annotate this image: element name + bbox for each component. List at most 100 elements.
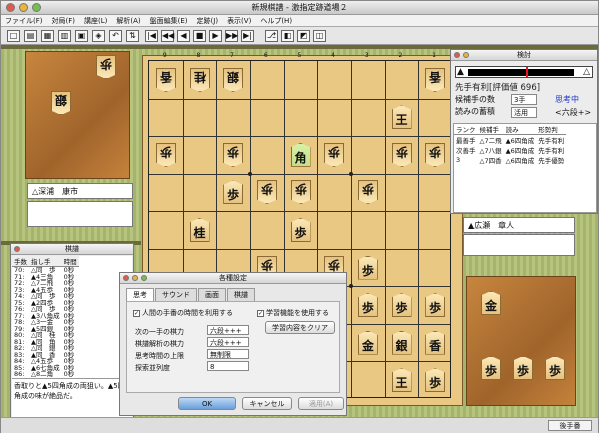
- shogi-piece[interactable]: 香: [156, 68, 176, 92]
- menu-item[interactable]: ファイル(F): [5, 17, 43, 25]
- shogi-piece[interactable]: 歩: [291, 180, 311, 204]
- minimize-icon[interactable]: [463, 52, 469, 58]
- human-time-option[interactable]: ✓ 人間の手番の時間を利用する: [133, 308, 233, 318]
- menu-item[interactable]: 解析(A): [116, 17, 140, 25]
- setting-select[interactable]: 無制限: [207, 349, 249, 359]
- kifu-icon[interactable]: ▣: [75, 30, 88, 42]
- shogi-piece[interactable]: 歩: [223, 143, 243, 167]
- close-icon[interactable]: [454, 52, 460, 58]
- tab-0[interactable]: 思考: [126, 288, 154, 302]
- table-row[interactable]: 最善手 △7二飛 ▲6四角成 先手有利: [454, 135, 566, 145]
- menu-item[interactable]: 講座(L): [84, 17, 107, 25]
- menu-item[interactable]: 表示(V): [227, 17, 251, 25]
- setting-label: 次の一手の棋力: [135, 328, 184, 336]
- sente-hand-piece[interactable]: 歩: [513, 356, 533, 380]
- first-icon[interactable]: |◀: [145, 30, 158, 42]
- candidates-select[interactable]: 3手: [511, 94, 537, 105]
- setting-select[interactable]: 六段+++: [207, 337, 249, 347]
- open-icon[interactable]: ▤: [24, 30, 37, 42]
- branch-icon[interactable]: ⎇: [265, 30, 278, 42]
- tab-1[interactable]: サウンド: [155, 288, 197, 302]
- ok-button[interactable]: OK: [178, 397, 236, 410]
- kifu-move-list[interactable]: 手数 指し手 時間 70: △同 歩 0秒 71: ▲4三角 0秒 72: △7二飛 0秒 73: ▲4五…: [12, 256, 132, 378]
- table-cell: 3: [456, 156, 461, 164]
- table-row[interactable]: 3 △7四香 △6四角成 先手優勢: [454, 155, 566, 165]
- shogi-piece[interactable]: 角: [290, 142, 311, 167]
- shogi-piece[interactable]: 歩: [392, 143, 412, 167]
- menu-item[interactable]: 定跡(J): [197, 17, 219, 25]
- undo-icon[interactable]: ↶: [109, 30, 122, 42]
- close-icon[interactable]: [14, 246, 20, 252]
- minimize-icon[interactable]: [132, 275, 138, 281]
- shogi-piece[interactable]: 歩: [324, 143, 344, 167]
- apply-button[interactable]: 適用(A): [298, 397, 344, 410]
- clear-learning-button[interactable]: 学習内容をクリア: [265, 321, 335, 334]
- shogi-piece[interactable]: 歩: [290, 218, 311, 242]
- sente-hand-piece[interactable]: 金: [481, 291, 501, 315]
- zoom-icon[interactable]: [141, 275, 147, 281]
- kifu-comment[interactable]: 香取りと▲5四角成の両狙い。▲5四角成の味が絶品だ。: [12, 378, 132, 417]
- camera-icon[interactable]: ◩: [297, 30, 310, 42]
- human-time-checkbox[interactable]: ✓: [133, 309, 140, 317]
- grid-line: [418, 61, 420, 397]
- zoom-window-button[interactable]: [32, 3, 41, 12]
- shogi-piece[interactable]: 銀: [223, 68, 243, 92]
- shogi-piece[interactable]: 銀: [391, 330, 412, 355]
- shogi-piece[interactable]: 金: [357, 330, 378, 355]
- depth-select[interactable]: 活用: [511, 107, 537, 118]
- tab-3[interactable]: 棋譜: [227, 288, 255, 302]
- kifu-row[interactable]: 86: △8二角 0秒: [12, 371, 79, 378]
- analysis-icon[interactable]: ◧: [281, 30, 294, 42]
- book-icon[interactable]: ◫: [313, 30, 326, 42]
- shogi-piece[interactable]: 桂: [189, 218, 210, 242]
- minimize-window-button[interactable]: [19, 3, 28, 12]
- shogi-piece[interactable]: 歩: [357, 255, 378, 280]
- forward-icon[interactable]: ▶: [209, 30, 222, 42]
- shogi-piece[interactable]: 歩: [257, 180, 277, 204]
- shogi-piece[interactable]: 歩: [425, 368, 446, 393]
- table-row[interactable]: 次善手 △7八銀 ▲6四角成 先手有利: [454, 145, 566, 155]
- gote-hand-piece[interactable]: 銀: [51, 91, 71, 115]
- shogi-piece[interactable]: 歩: [425, 143, 445, 167]
- back-icon[interactable]: ◀: [177, 30, 190, 42]
- flip-icon[interactable]: ⇅: [126, 30, 139, 42]
- learning-checkbox[interactable]: ✓: [257, 309, 264, 317]
- shogi-piece[interactable]: 歩: [223, 180, 244, 205]
- kifu-panel: 棋譜 手数 指し手 時間 70: △同 歩 0秒 71: ▲4三角 0秒 72: △7二飛 0秒 73:…: [10, 243, 134, 418]
- tab-2[interactable]: 画面: [198, 288, 226, 302]
- menu-item[interactable]: ヘルプ(H): [260, 17, 292, 25]
- close-window-button[interactable]: [6, 3, 15, 12]
- last-icon[interactable]: ▶|: [241, 30, 254, 42]
- next-icon[interactable]: ▶▶: [225, 30, 238, 42]
- setting-select[interactable]: 六段+++: [207, 325, 249, 335]
- print-icon[interactable]: ▥: [58, 30, 71, 42]
- prev-icon[interactable]: ◀◀: [161, 30, 174, 42]
- shogi-piece[interactable]: 香: [425, 330, 446, 355]
- learning-option[interactable]: ✓ 学習機能を使用する: [257, 308, 329, 318]
- hint-icon[interactable]: ◈: [92, 30, 105, 42]
- turn-indicator: 後手番: [548, 420, 592, 431]
- menu-item[interactable]: 対局(F): [52, 17, 76, 25]
- shogi-piece[interactable]: 歩: [357, 293, 378, 318]
- human-time-label: 人間の手番の時間を利用する: [142, 309, 233, 317]
- shogi-piece[interactable]: 歩: [358, 180, 378, 204]
- gote-hand-piece[interactable]: 歩: [96, 55, 116, 79]
- settings-dialog-titlebar: 各種設定: [120, 273, 346, 284]
- close-icon[interactable]: [123, 275, 129, 281]
- shogi-piece[interactable]: 王: [391, 105, 412, 130]
- shogi-piece[interactable]: 歩: [425, 293, 446, 318]
- shogi-piece[interactable]: 王: [391, 368, 412, 393]
- shogi-piece[interactable]: 香: [425, 68, 445, 92]
- shogi-piece[interactable]: 歩: [156, 143, 176, 167]
- setting-select[interactable]: 8: [207, 361, 249, 371]
- cancel-button[interactable]: キャンセル: [242, 397, 292, 410]
- column-header: 手数: [12, 256, 29, 267]
- save-icon[interactable]: ▦: [41, 30, 54, 42]
- shogi-piece[interactable]: 歩: [391, 293, 412, 318]
- menu-item[interactable]: 盤面編集(E): [150, 17, 188, 25]
- new-file-icon[interactable]: □: [7, 30, 20, 42]
- stop-icon[interactable]: ■: [193, 30, 206, 42]
- sente-hand-piece[interactable]: 歩: [481, 356, 501, 380]
- shogi-piece[interactable]: 桂: [190, 68, 210, 92]
- sente-hand-piece[interactable]: 歩: [545, 356, 565, 380]
